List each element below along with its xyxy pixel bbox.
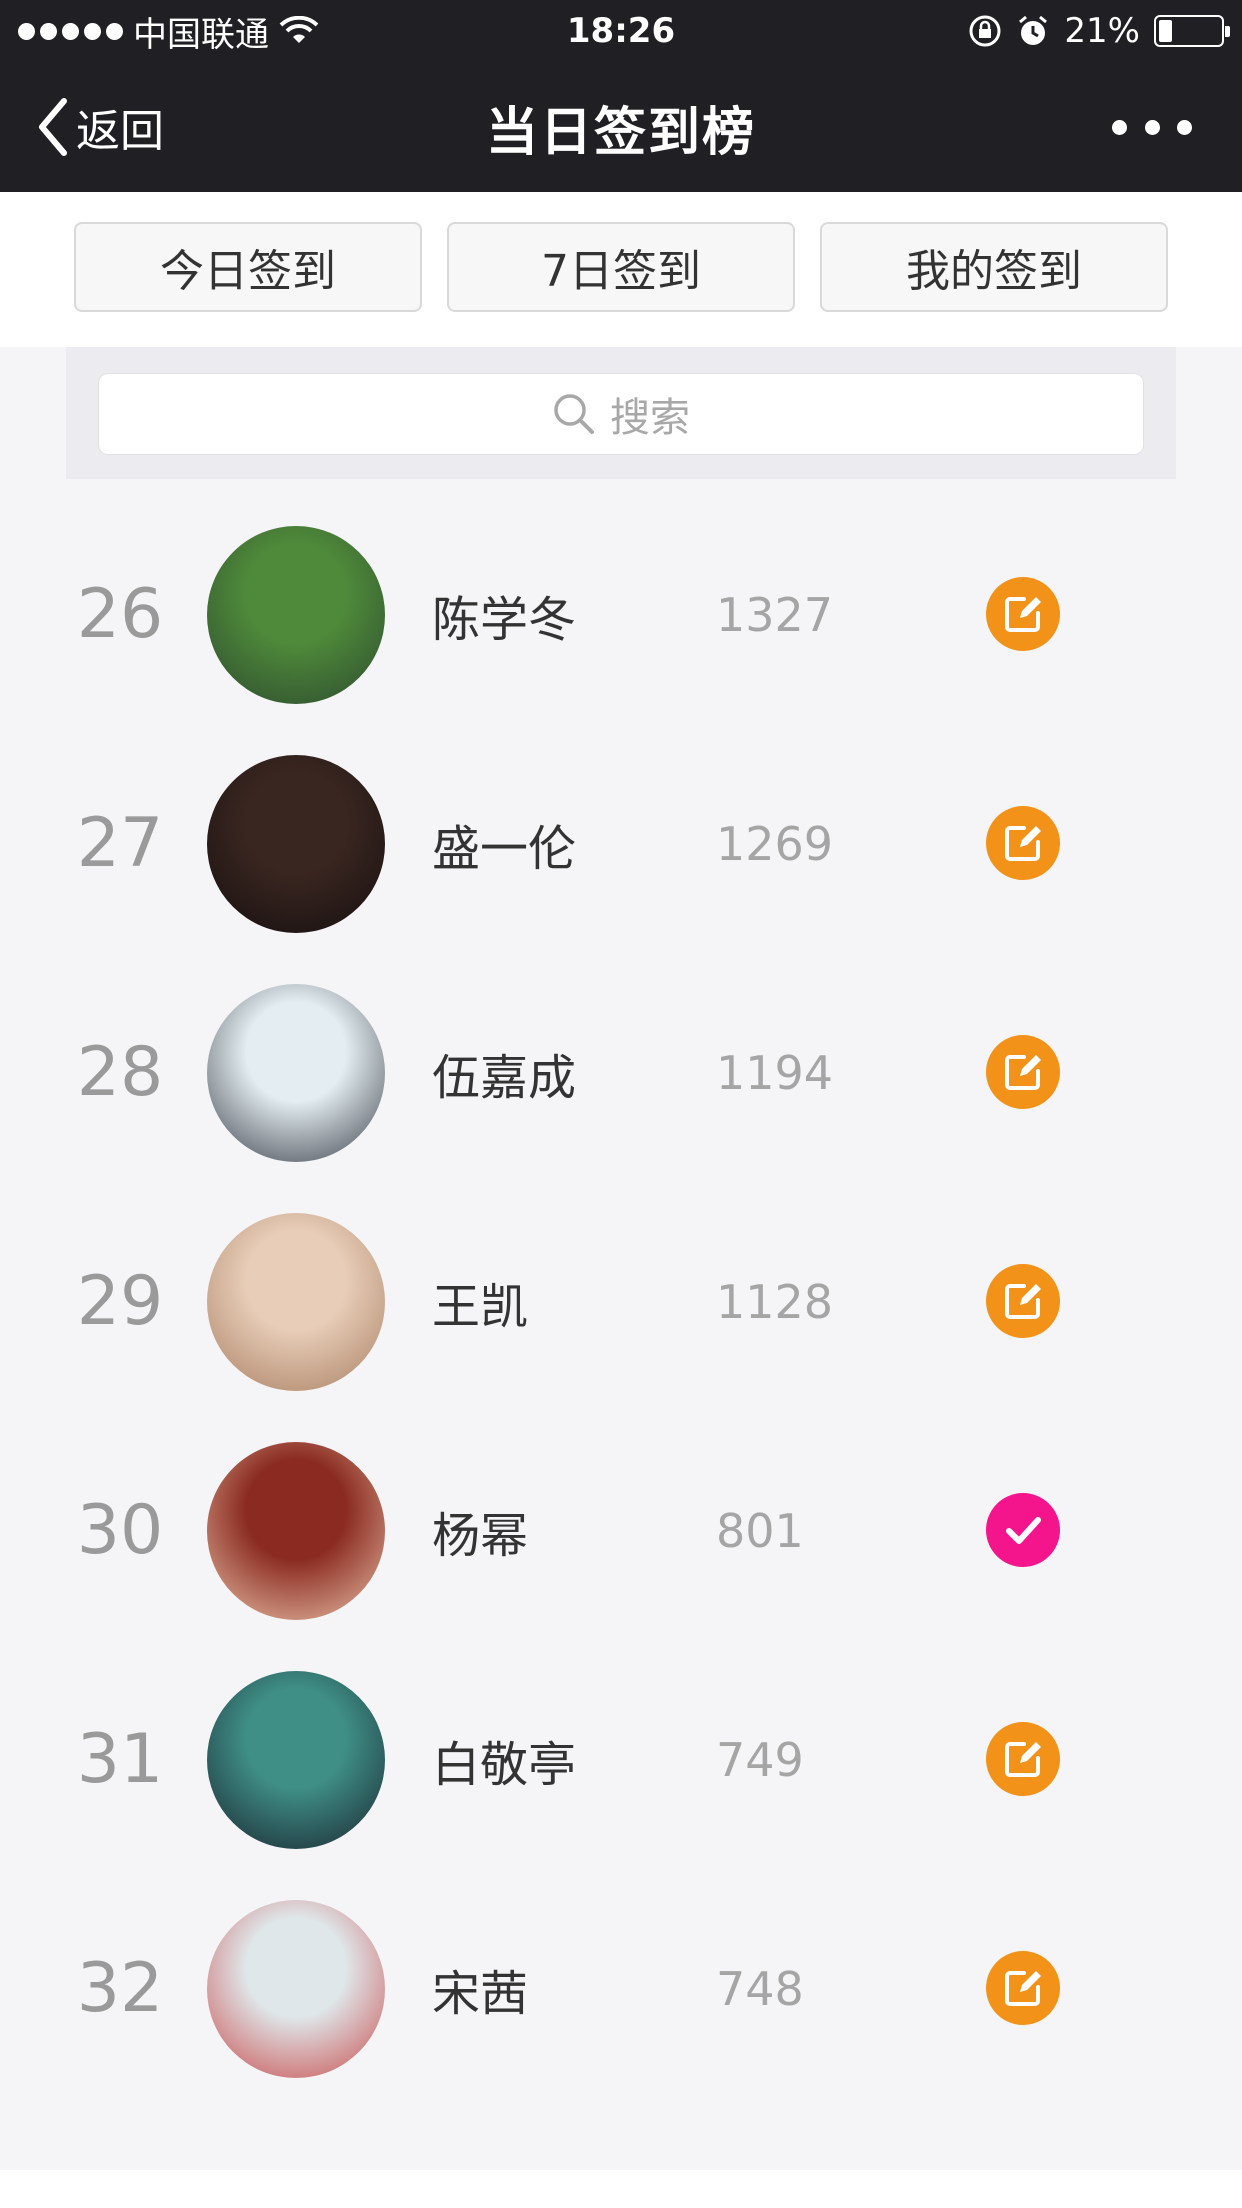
checkin-score: 748 [716, 1961, 804, 2016]
list-item[interactable]: 29 王凯 1128 [0, 1187, 1242, 1416]
tab-my-checkins[interactable]: 我的签到 [820, 222, 1168, 312]
list-item[interactable]: 32 宋茜 748 [0, 1874, 1242, 2103]
rank-number: 31 [76, 1720, 164, 1799]
edit-icon [1005, 826, 1041, 861]
user-name: 白敬亭 [432, 1736, 577, 1793]
battery-percent: 21% [1064, 11, 1140, 51]
checkin-score: 801 [716, 1503, 804, 1558]
edit-icon [1005, 597, 1041, 632]
avatar[interactable] [207, 1900, 385, 2078]
list-item[interactable]: 30 杨幂 801 [0, 1416, 1242, 1645]
search-placeholder: 搜索 [610, 395, 690, 441]
user-name: 宋茜 [432, 1965, 529, 2022]
edit-icon [1005, 1742, 1041, 1777]
checkin-score: 1194 [716, 1045, 834, 1100]
status-right: 21% [968, 8, 1230, 54]
rank-number: 27 [76, 804, 164, 883]
edit-icon [1005, 1971, 1041, 2006]
user-name: 杨幂 [432, 1507, 529, 1564]
rank-number: 30 [76, 1491, 164, 1570]
avatar[interactable] [207, 1213, 385, 1391]
user-name: 王凯 [432, 1278, 529, 1335]
tab-bar: 今日签到 7日签到 我的签到 [0, 192, 1242, 347]
list-item[interactable]: 26 陈学冬 1327 [0, 500, 1242, 729]
more-button[interactable] [1112, 92, 1192, 162]
battery-level [1159, 20, 1172, 42]
list-item[interactable]: 27 盛一伦 1269 [0, 729, 1242, 958]
list-item[interactable]: 31 白敬亭 749 [0, 1645, 1242, 1874]
rotation-lock-icon [969, 15, 1001, 47]
user-name: 陈学冬 [432, 591, 577, 648]
avatar[interactable] [207, 755, 385, 933]
more-dot-icon [1112, 119, 1127, 135]
alarm-icon [1019, 15, 1048, 45]
nav-bar: 返回 当日签到榜 [0, 62, 1242, 192]
list-item[interactable]: 28 伍嘉成 1194 [0, 958, 1242, 1187]
checkin-button[interactable] [986, 1722, 1060, 1796]
avatar[interactable] [207, 984, 385, 1162]
checkin-score: 749 [716, 1732, 804, 1787]
edit-icon [1005, 1284, 1041, 1319]
tab-today[interactable]: 今日签到 [74, 222, 422, 312]
rank-number: 29 [76, 1262, 164, 1341]
search-input[interactable]: 搜索 [98, 373, 1144, 455]
rank-number: 26 [76, 575, 164, 654]
more-dot-icon [1144, 119, 1160, 135]
rank-number: 32 [76, 1949, 164, 2028]
checked-button[interactable] [986, 1493, 1060, 1567]
checkin-score: 1269 [716, 816, 834, 871]
checkin-button[interactable] [986, 1264, 1060, 1338]
checkin-button[interactable] [986, 806, 1060, 880]
bottom-edge [0, 2170, 1242, 2208]
rank-number: 28 [76, 1033, 164, 1112]
avatar[interactable] [207, 1442, 385, 1620]
checkin-score: 1327 [716, 587, 834, 642]
search-container: 搜索 [66, 347, 1176, 479]
tab-7-days[interactable]: 7日签到 [447, 222, 795, 312]
checkin-button[interactable] [986, 577, 1060, 651]
checkin-button[interactable] [986, 1035, 1060, 1109]
user-name: 盛一伦 [432, 820, 577, 877]
avatar[interactable] [207, 1671, 385, 1849]
status-bar: 中国联通 18:26 21% [0, 0, 1242, 62]
edit-icon [1005, 1055, 1041, 1090]
battery-icon [1154, 15, 1230, 47]
page-title: 当日签到榜 [485, 102, 756, 163]
more-dot-icon [1177, 119, 1192, 135]
checkin-button[interactable] [986, 1951, 1060, 2025]
checkmark-icon [1006, 1517, 1041, 1544]
avatar[interactable] [207, 526, 385, 704]
search-icon [554, 394, 594, 434]
checkin-score: 1128 [716, 1274, 834, 1329]
user-name: 伍嘉成 [432, 1049, 577, 1106]
